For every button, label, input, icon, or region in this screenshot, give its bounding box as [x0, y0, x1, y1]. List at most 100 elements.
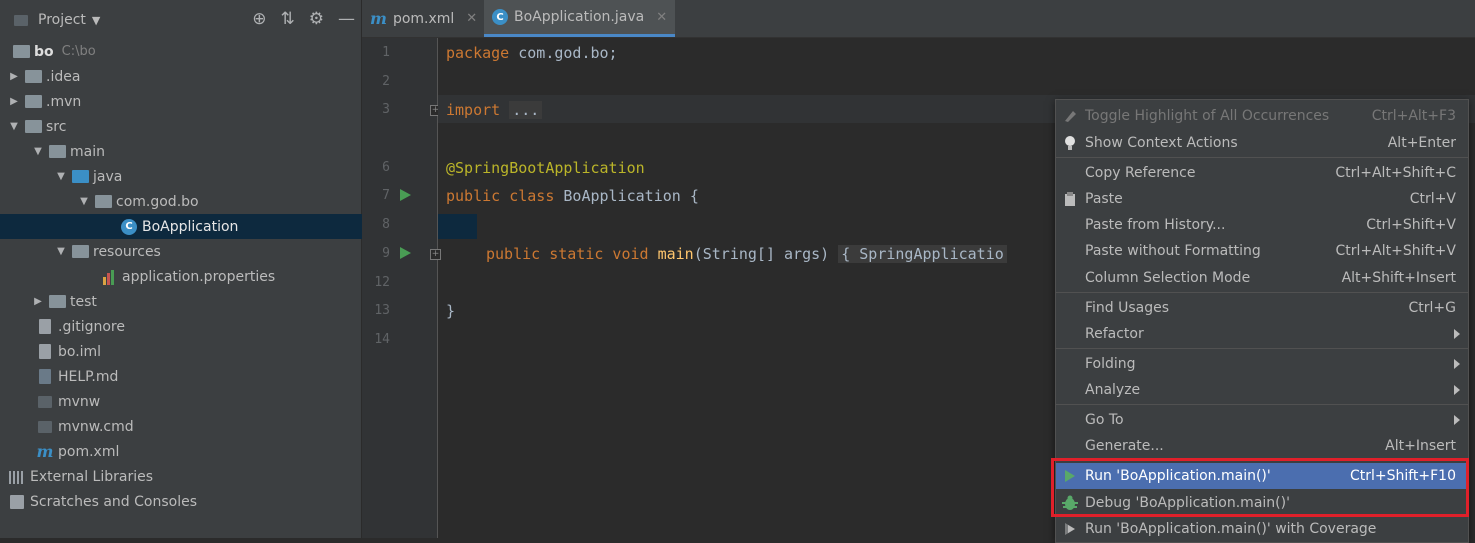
menu-item-analyze[interactable]: Analyze [1056, 377, 1468, 403]
code-line-7: public class BoApplication { [446, 187, 699, 205]
line-number: 2 [382, 74, 390, 89]
tree-item-java[interactable]: ▼ java [0, 164, 416, 189]
menu-item-refactor[interactable]: Refactor [1056, 321, 1468, 347]
editor-gutter: 1 2 3 6 7 8 9 12 13 14 + + [362, 38, 441, 538]
collapse-all-icon[interactable]: ⇅ [281, 9, 295, 29]
menu-item-shortcut: Ctrl+Shift+F10 [1349, 468, 1456, 484]
tree-item-gitignore[interactable]: .gitignore [0, 314, 393, 339]
tree-item-mvn[interactable]: ▶ .mvn [0, 89, 369, 114]
run-gutter-icon[interactable] [400, 189, 411, 201]
tree-item-idea[interactable]: ▶ .idea [0, 64, 369, 89]
coverage-icon [1062, 521, 1078, 537]
menu-item-shortcut: Ctrl+V [1409, 191, 1456, 207]
tree-item-mvnw[interactable]: mvnw [0, 389, 393, 414]
menu-item-paste-without-formatting[interactable]: Paste without Formatting Ctrl+Alt+Shift+… [1056, 238, 1468, 264]
chevron-right-icon[interactable]: ▶ [32, 296, 44, 307]
menu-item-label: Folding [1085, 356, 1136, 372]
menu-item-toggle-highlight[interactable]: Toggle Highlight of All Occurrences Ctrl… [1056, 103, 1468, 129]
menu-item-paste[interactable]: Paste Ctrl+V [1056, 186, 1468, 212]
menu-item-label: Analyze [1085, 382, 1141, 398]
tree-item-bo[interactable]: bo C:\bo [0, 39, 369, 64]
shell-script-icon [36, 394, 54, 410]
menu-item-label: Go To [1085, 412, 1124, 428]
scratches-icon [8, 494, 26, 510]
markdown-file-icon [36, 369, 54, 385]
close-icon[interactable]: ✕ [466, 11, 477, 26]
tree-item-label: com.god.bo [116, 193, 199, 210]
annotation: @SpringBootApplication [446, 159, 645, 177]
chevron-down-icon[interactable]: ▼ [92, 14, 100, 27]
menu-item-go-to[interactable]: Go To [1056, 407, 1468, 433]
menu-item-column-selection-mode[interactable]: Column Selection Mode Alt+Shift+Insert [1056, 265, 1468, 291]
menu-item-show-context-actions[interactable]: Show Context Actions Alt+Enter [1056, 130, 1468, 156]
line-number: 8 [382, 217, 390, 232]
code-line-9: public static void main(String[] args) {… [486, 245, 1007, 263]
chevron-right-icon[interactable]: ▶ [8, 96, 20, 107]
tree-item-label: bo.iml [58, 343, 102, 360]
tree-item-src[interactable]: ▼ src [0, 114, 369, 139]
gitignore-file-icon [36, 319, 54, 335]
menu-item-generate[interactable]: Generate... Alt+Insert [1056, 433, 1468, 459]
submenu-arrow-icon [1454, 415, 1460, 425]
menu-item-folding[interactable]: Folding [1056, 351, 1468, 377]
maven-icon: m [36, 442, 54, 461]
menu-item-paste-from-history[interactable]: Paste from History... Ctrl+Shift+V [1056, 212, 1468, 238]
cmd-file-icon [36, 419, 54, 435]
hide-icon[interactable]: — [338, 9, 355, 29]
chevron-down-icon[interactable]: ▼ [55, 171, 67, 182]
folded-imports[interactable]: ... [509, 101, 543, 119]
tree-item-label: pom.xml [58, 443, 120, 460]
tree-item-label: External Libraries [30, 468, 153, 485]
chevron-down-icon[interactable]: ▼ [8, 121, 20, 132]
tab-boapplication-java[interactable]: C BoApplication.java ✕ [484, 0, 676, 37]
tree-item-label: .gitignore [58, 318, 125, 335]
tree-item-label: application.properties [122, 268, 276, 285]
clipboard-icon [1062, 191, 1078, 207]
menu-item-label: Generate... [1085, 438, 1164, 454]
tree-item-scratches[interactable]: Scratches and Consoles [0, 489, 369, 514]
menu-item-run-with-coverage[interactable]: Run 'BoApplication.main()' with Coverage [1056, 516, 1468, 542]
menu-item-shortcut: Ctrl+Alt+Shift+C [1335, 165, 1456, 181]
tree-item-bo-iml[interactable]: bo.iml [0, 339, 393, 364]
chevron-right-icon[interactable]: ▶ [8, 71, 20, 82]
tree-item-main[interactable]: ▼ main [0, 139, 393, 164]
keyword: public class [446, 187, 555, 205]
gear-icon[interactable]: ⚙ [309, 9, 324, 29]
properties-file-icon [100, 269, 118, 285]
menu-item-run-main[interactable]: Run 'BoApplication.main()' Ctrl+Shift+F1… [1056, 463, 1468, 489]
folded-method-body[interactable]: { SpringApplicatio [838, 245, 1007, 263]
code-text: com.god.bo; [509, 44, 618, 62]
tree-item-mvnw-cmd[interactable]: mvnw.cmd [0, 414, 393, 439]
tree-item-pom-xml[interactable]: m pom.xml [0, 439, 393, 464]
menu-item-label: Paste [1085, 191, 1123, 207]
menu-item-label: Run 'BoApplication.main()' with Coverage [1085, 521, 1377, 537]
menu-item-copy-reference[interactable]: Copy Reference Ctrl+Alt+Shift+C [1056, 160, 1468, 186]
menu-item-label: Refactor [1085, 326, 1144, 342]
chevron-down-icon[interactable]: ▼ [55, 246, 67, 257]
menu-item-shortcut: Alt+Enter [1387, 135, 1456, 151]
tree-item-help-md[interactable]: HELP.md [0, 364, 393, 389]
java-class-icon: C [492, 9, 508, 25]
tree-item-external-libraries[interactable]: External Libraries [0, 464, 369, 489]
close-icon[interactable]: ✕ [656, 10, 667, 25]
chevron-down-icon[interactable]: ▼ [32, 146, 44, 157]
tree-item-resources[interactable]: ▼ resources [0, 239, 416, 264]
run-gutter-icon[interactable] [400, 247, 411, 259]
tree-item-label: bo [34, 43, 54, 60]
menu-item-debug-main[interactable]: Debug 'BoApplication.main()' [1056, 490, 1468, 516]
menu-item-label: Column Selection Mode [1085, 270, 1251, 286]
locate-icon[interactable]: ⊕ [252, 9, 266, 29]
menu-item-find-usages[interactable]: Find Usages Ctrl+G [1056, 295, 1468, 321]
tree-item-test[interactable]: ▶ test [0, 289, 393, 314]
tree-item-label: src [46, 118, 67, 135]
project-toolbar: ⊕ ⇅ ⚙ — [252, 9, 355, 29]
tab-pom-xml[interactable]: m pom.xml ✕ [362, 0, 485, 37]
project-tool-window: Project ▼ ⊕ ⇅ ⚙ — bo C:\bo ▶ .idea ▶ .mv… [0, 0, 477, 538]
chevron-down-icon[interactable]: ▼ [78, 196, 90, 207]
line-number: 6 [382, 160, 390, 175]
submenu-arrow-icon [1454, 359, 1460, 369]
source-folder-icon [71, 169, 89, 185]
line-number: 1 [382, 45, 390, 60]
project-view-selector[interactable]: Project [38, 12, 86, 28]
tab-label: pom.xml [392, 10, 455, 27]
